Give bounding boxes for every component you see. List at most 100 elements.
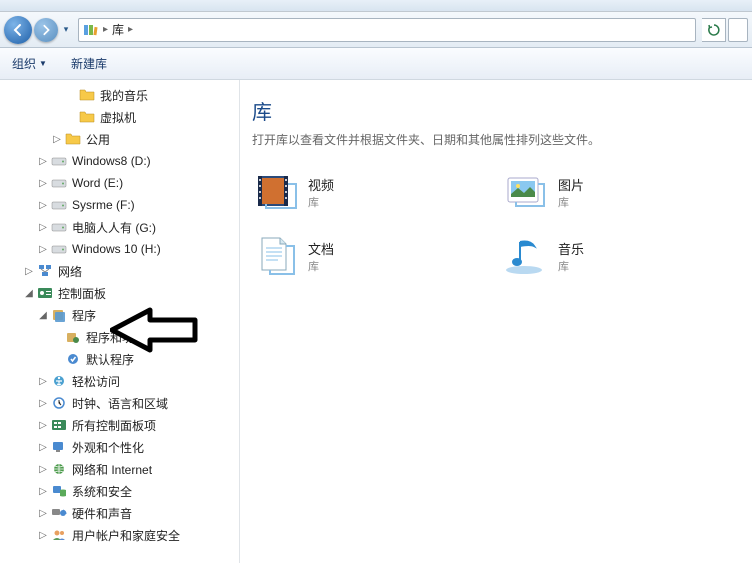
tree-expander-icon[interactable]: ▷ [36, 420, 50, 431]
refresh-icon [707, 23, 721, 37]
cp-net-icon [50, 461, 68, 477]
tree-item-5[interactable]: ▷ Sysrme (F:) [0, 194, 239, 216]
tree-item-15[interactable]: ▷所有控制面板项 [0, 414, 239, 436]
tree-item-label: 系统和安全 [72, 483, 132, 500]
nav-history-dropdown[interactable]: ▾ [60, 18, 72, 42]
drive-icon [50, 241, 68, 257]
window-titlebar [0, 0, 752, 12]
tree-item-9[interactable]: ◢控制面板 [0, 282, 239, 304]
tree-item-18[interactable]: ▷ 系统和安全 [0, 480, 239, 502]
tree-item-label: 电脑人人有 (G:) [72, 219, 156, 236]
cp-sys-icon [50, 483, 68, 499]
cp-prog-icon [50, 307, 68, 323]
tree-item-14[interactable]: ▷ 时钟、语言和区域 [0, 392, 239, 414]
address-bar[interactable]: ▸ 库 ▸ [78, 18, 696, 42]
breadcrumb-separator-icon: ▸ [128, 24, 133, 35]
tree-expander-icon[interactable]: ▷ [36, 398, 50, 409]
organize-menu[interactable]: 组织 ▼ [12, 55, 47, 72]
breadcrumb-separator-icon: ▸ [103, 24, 108, 35]
tree-item-10[interactable]: ◢ 程序 [0, 304, 239, 326]
chevron-down-icon: ▼ [39, 59, 47, 68]
folder-icon [78, 87, 96, 103]
tree-item-20[interactable]: ▷ 用户帐户和家庭安全 [0, 524, 239, 546]
library-type: 库 [308, 194, 334, 210]
refresh-button[interactable] [702, 18, 726, 42]
cp-appear-icon [50, 439, 68, 455]
tree-item-4[interactable]: ▷ Word (E:) [0, 172, 239, 194]
tree-item-label: 外观和个性化 [72, 439, 144, 456]
tree-item-label: 轻松访问 [72, 373, 120, 390]
tree-expander-icon[interactable]: ▷ [36, 376, 50, 387]
tree-item-0[interactable]: 我的音乐 [0, 84, 239, 106]
tree-expander-icon[interactable]: ▷ [36, 442, 50, 453]
forward-button[interactable] [34, 18, 58, 42]
tree-item-1[interactable]: 虚拟机 [0, 106, 239, 128]
library-name: 文档 [308, 239, 334, 258]
navigation-tree[interactable]: 我的音乐虚拟机▷公用▷Windows8 (D:)▷Word (E:)▷Sysrm… [0, 80, 240, 563]
folder-icon [64, 131, 82, 147]
tree-expander-icon[interactable]: ▷ [50, 134, 64, 145]
library-name: 视频 [308, 175, 334, 194]
tree-expander-icon[interactable]: ▷ [36, 222, 50, 233]
drive-icon [50, 219, 68, 235]
library-item-video[interactable]: 视频库 [252, 168, 482, 216]
drive-icon [50, 197, 68, 213]
tree-expander-icon[interactable]: ▷ [36, 156, 50, 167]
tree-item-17[interactable]: ▷网络和 Internet [0, 458, 239, 480]
content-pane: 库 打开库以查看文件并根据文件夹、日期和其他属性排列这些文件。 视频库图片库文档… [240, 80, 752, 563]
library-name: 音乐 [558, 239, 584, 258]
tree-expander-icon[interactable]: ▷ [36, 244, 50, 255]
cp-user-icon [50, 527, 68, 543]
library-item-music[interactable]: 音乐库 [502, 232, 732, 280]
tree-item-11[interactable]: 程序和功能 [0, 326, 239, 348]
tree-expander-icon[interactable]: ▷ [36, 464, 50, 475]
cp-all-icon [50, 417, 68, 433]
tree-item-16[interactable]: ▷ 外观和个性化 [0, 436, 239, 458]
tree-item-label: 时钟、语言和区域 [72, 395, 168, 412]
tree-item-label: 虚拟机 [100, 109, 136, 126]
arrow-left-icon [11, 23, 25, 37]
breadcrumb-item[interactable]: 库 [112, 21, 124, 38]
tree-expander-icon[interactable]: ▷ [36, 178, 50, 189]
tree-item-label: Sysrme (F:) [72, 198, 135, 212]
tree-item-label: Windows 10 (H:) [72, 242, 161, 256]
documents-library-icon [254, 234, 298, 278]
library-item-pictures[interactable]: 图片库 [502, 168, 732, 216]
cpanel-icon [36, 285, 54, 301]
tree-expander-icon[interactable]: ▷ [36, 486, 50, 497]
library-type: 库 [308, 258, 334, 274]
drive-icon [50, 175, 68, 191]
new-library-button[interactable]: 新建库 [71, 55, 107, 72]
libraries-icon [81, 21, 99, 39]
library-item-documents[interactable]: 文档库 [252, 232, 482, 280]
command-bar: 组织 ▼ 新建库 [0, 48, 752, 80]
tree-expander-icon[interactable]: ◢ [36, 310, 50, 321]
search-input[interactable] [728, 18, 748, 42]
tree-expander-icon[interactable]: ▷ [36, 530, 50, 541]
tree-expander-icon[interactable]: ◢ [22, 288, 36, 299]
tree-item-label: 网络 [58, 263, 82, 280]
tree-item-label: 用户帐户和家庭安全 [72, 527, 180, 544]
network-icon [36, 263, 54, 279]
tree-item-2[interactable]: ▷公用 [0, 128, 239, 150]
back-button[interactable] [4, 16, 32, 44]
tree-item-3[interactable]: ▷Windows8 (D:) [0, 150, 239, 172]
tree-item-7[interactable]: ▷ Windows 10 (H:) [0, 238, 239, 260]
arrow-right-icon [40, 24, 52, 36]
page-title: 库 [252, 96, 740, 125]
pictures-library-icon [504, 170, 548, 214]
tree-item-6[interactable]: ▷ 电脑人人有 (G:) [0, 216, 239, 238]
tree-item-label: Word (E:) [72, 176, 123, 190]
tree-item-label: 程序 [72, 307, 96, 324]
tree-item-12[interactable]: 默认程序 [0, 348, 239, 370]
tree-expander-icon[interactable]: ▷ [36, 508, 50, 519]
tree-item-19[interactable]: ▷硬件和声音 [0, 502, 239, 524]
music-library-icon [504, 234, 548, 278]
tree-expander-icon[interactable]: ▷ [36, 200, 50, 211]
new-library-label: 新建库 [71, 55, 107, 72]
tree-item-13[interactable]: ▷ 轻松访问 [0, 370, 239, 392]
cp-default-icon [64, 351, 82, 367]
tree-expander-icon[interactable]: ▷ [22, 266, 36, 277]
tree-item-label: 我的音乐 [100, 87, 148, 104]
tree-item-8[interactable]: ▷ 网络 [0, 260, 239, 282]
